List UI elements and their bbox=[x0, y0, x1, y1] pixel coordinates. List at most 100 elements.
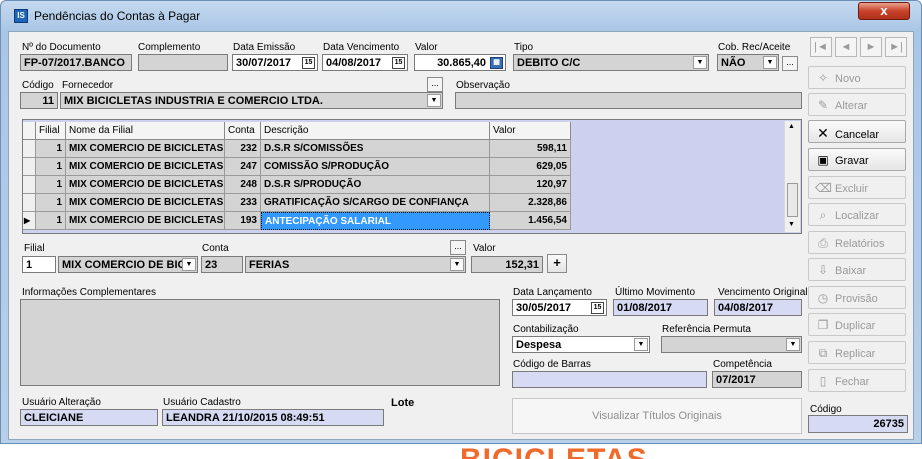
nav-prev-button[interactable]: ◄ bbox=[835, 37, 857, 57]
edit-button[interactable]: ✎ Alterar bbox=[808, 93, 906, 116]
add-item-button[interactable]: + bbox=[547, 254, 567, 273]
find-button[interactable]: ⌕ Localizar bbox=[808, 203, 906, 226]
calculator-icon[interactable]: ▦ bbox=[490, 57, 503, 69]
cell-nome[interactable]: MIX COMERCIO DE BICICLETAS bbox=[66, 158, 225, 176]
amount-field[interactable]: 30.865,40 ▦ bbox=[414, 54, 506, 71]
cell-descricao[interactable]: COMISSÃO S/PRODUÇÃO bbox=[261, 158, 490, 176]
entry-date-field[interactable]: 30/05/2017 15 bbox=[512, 299, 607, 316]
view-original-titles-button[interactable]: Visualizar Títulos Originais bbox=[512, 398, 802, 434]
col-valor-header[interactable]: Valor bbox=[490, 122, 571, 140]
doc-number-field[interactable]: FP-07/2017.BANCO bbox=[20, 54, 132, 71]
replicate-button[interactable]: ⧉ Replicar bbox=[808, 341, 906, 364]
cell-conta[interactable]: 193 bbox=[225, 212, 261, 230]
cell-nome[interactable]: MIX COMERCIO DE BICICLETAS bbox=[66, 194, 225, 212]
due-date-field[interactable]: 04/08/2017 15 bbox=[322, 54, 408, 71]
cell-valor[interactable]: 1.456,54 bbox=[490, 212, 571, 230]
duplicate-button[interactable]: ❐ Duplicar bbox=[808, 313, 906, 336]
item-filial-select[interactable]: MIX COMERCIO DE BIC ▼ bbox=[58, 256, 198, 273]
scroll-down-icon[interactable]: ▼ bbox=[788, 221, 795, 228]
chevron-down-icon[interactable]: ▼ bbox=[450, 258, 464, 271]
accounts-grid[interactable]: Filial Nome da Filial Conta Descrição Va… bbox=[22, 119, 802, 234]
cancel-button[interactable]: ✕ Cancelar bbox=[808, 120, 906, 143]
cell-descricao[interactable]: ANTECIPAÇÃO SALARIAL bbox=[261, 212, 490, 230]
record-code-field: 26735 bbox=[808, 415, 908, 433]
cell-valor[interactable]: 629,05 bbox=[490, 158, 571, 176]
cell-filial[interactable]: 1 bbox=[36, 140, 66, 158]
supplier-name-select[interactable]: MIX BICICLETAS INDUSTRIA E COMERCIO LTDA… bbox=[60, 92, 443, 109]
calendar-icon[interactable]: 15 bbox=[302, 57, 315, 69]
settle-button[interactable]: ⇩ Baixar bbox=[808, 258, 906, 281]
table-row[interactable]: 1 MIX COMERCIO DE BICICLETAS 233 GRATIFICAÇ… bbox=[23, 194, 571, 212]
table-row[interactable]: 1 MIX COMERCIO DE BICICLETAS 248 D.S.R S/PR… bbox=[23, 176, 571, 194]
barcode-field[interactable] bbox=[512, 371, 707, 388]
reports-button[interactable]: ⎙ Relatórios bbox=[808, 231, 906, 254]
col-conta-header[interactable]: Conta bbox=[225, 122, 261, 140]
item-amount-field[interactable]: 152,31 bbox=[471, 256, 543, 273]
scroll-up-icon[interactable]: ▲ bbox=[788, 123, 795, 130]
table-row[interactable]: ▶ 1 MIX COMERCIO DE BICICLETAS 193 ANTECIPAÇ… bbox=[23, 212, 571, 230]
cell-conta[interactable]: 232 bbox=[225, 140, 261, 158]
col-nome-header[interactable]: Nome da Filial bbox=[66, 122, 225, 140]
competence-field[interactable]: 07/2017 bbox=[712, 371, 802, 388]
chevron-down-icon[interactable]: ▼ bbox=[763, 56, 777, 69]
accounting-select[interactable]: Despesa ▼ bbox=[512, 336, 650, 353]
col-descricao-header[interactable]: Descrição bbox=[261, 122, 490, 140]
cell-nome[interactable]: MIX COMERCIO DE BICICLETAS bbox=[66, 176, 225, 194]
table-row[interactable]: 1 MIX COMERCIO DE BICICLETAS 232 D.S.R S/CO… bbox=[23, 140, 571, 158]
chevron-down-icon[interactable]: ▼ bbox=[693, 56, 707, 69]
cell-descricao[interactable]: D.S.R S/COMISSÕES bbox=[261, 140, 490, 158]
item-filial-code-field[interactable]: 1 bbox=[22, 256, 56, 273]
nav-last-button[interactable]: ►| bbox=[885, 37, 907, 57]
supplier-code-field[interactable]: 11 bbox=[20, 92, 58, 109]
cell-descricao[interactable]: D.S.R S/PRODUÇÃO bbox=[261, 176, 490, 194]
chevron-down-icon[interactable]: ▼ bbox=[427, 94, 441, 107]
type-select[interactable]: DEBITO C/C ▼ bbox=[513, 54, 709, 71]
cell-valor[interactable]: 120,97 bbox=[490, 176, 571, 194]
cell-conta[interactable]: 248 bbox=[225, 176, 261, 194]
cell-filial[interactable]: 1 bbox=[36, 176, 66, 194]
delete-button[interactable]: ⌫ Excluir bbox=[808, 176, 906, 199]
info-textarea[interactable] bbox=[20, 299, 500, 386]
cell-conta[interactable]: 233 bbox=[225, 194, 261, 212]
close-form-button[interactable]: ▯ Fechar bbox=[808, 369, 906, 392]
observation-field[interactable] bbox=[455, 92, 802, 109]
chevron-down-icon[interactable]: ▼ bbox=[786, 338, 800, 351]
supplier-ellipsis-button[interactable]: ... bbox=[427, 77, 443, 92]
cell-filial[interactable]: 1 bbox=[36, 158, 66, 176]
row-indicator[interactable] bbox=[23, 194, 36, 212]
new-button[interactable]: ✧ Novo bbox=[808, 66, 906, 89]
calendar-icon[interactable]: 15 bbox=[392, 57, 405, 69]
row-indicator[interactable] bbox=[23, 158, 36, 176]
grid-scrollbar[interactable]: ▲ ▼ bbox=[784, 121, 800, 232]
nav-next-button[interactable]: ► bbox=[860, 37, 882, 57]
table-row[interactable]: 1 MIX COMERCIO DE BICICLETAS 247 COMISSÃO S… bbox=[23, 158, 571, 176]
complement-field[interactable] bbox=[138, 54, 228, 71]
cell-valor[interactable]: 2.328,86 bbox=[490, 194, 571, 212]
save-button[interactable]: ▣ Gravar bbox=[808, 148, 906, 171]
cell-nome[interactable]: MIX COMERCIO DE BICICLETAS bbox=[66, 212, 225, 230]
row-indicator[interactable] bbox=[23, 140, 36, 158]
barter-ref-select[interactable]: ▼ bbox=[661, 336, 802, 353]
calendar-icon[interactable]: 15 bbox=[591, 302, 604, 314]
current-row-icon[interactable]: ▶ bbox=[23, 212, 36, 230]
item-account-code-field[interactable]: 23 bbox=[201, 256, 243, 273]
emission-date-field[interactable]: 30/07/2017 15 bbox=[232, 54, 318, 71]
chevron-down-icon[interactable]: ▼ bbox=[182, 258, 196, 271]
close-button[interactable]: x bbox=[858, 2, 910, 20]
row-indicator[interactable] bbox=[23, 176, 36, 194]
cell-conta[interactable]: 247 bbox=[225, 158, 261, 176]
chevron-down-icon[interactable]: ▼ bbox=[634, 338, 648, 351]
col-filial-header[interactable]: Filial bbox=[36, 122, 66, 140]
charge-accept-ellipsis-button[interactable]: ... bbox=[782, 56, 798, 71]
item-account-select[interactable]: FERIAS ▼ bbox=[245, 256, 466, 273]
cell-nome[interactable]: MIX COMERCIO DE BICICLETAS bbox=[66, 140, 225, 158]
cell-filial[interactable]: 1 bbox=[36, 212, 66, 230]
provision-button[interactable]: ◷ Provisão bbox=[808, 286, 906, 309]
cell-filial[interactable]: 1 bbox=[36, 194, 66, 212]
cell-valor[interactable]: 598,11 bbox=[490, 140, 571, 158]
charge-accept-select[interactable]: NÃO ▼ bbox=[717, 54, 779, 71]
scroll-thumb[interactable] bbox=[787, 183, 798, 217]
cell-descricao[interactable]: GRATIFICAÇÃO S/CARGO DE CONFIANÇA bbox=[261, 194, 490, 212]
nav-first-button[interactable]: |◄ bbox=[810, 37, 832, 57]
item-account-ellipsis-button[interactable]: ... bbox=[450, 240, 466, 255]
